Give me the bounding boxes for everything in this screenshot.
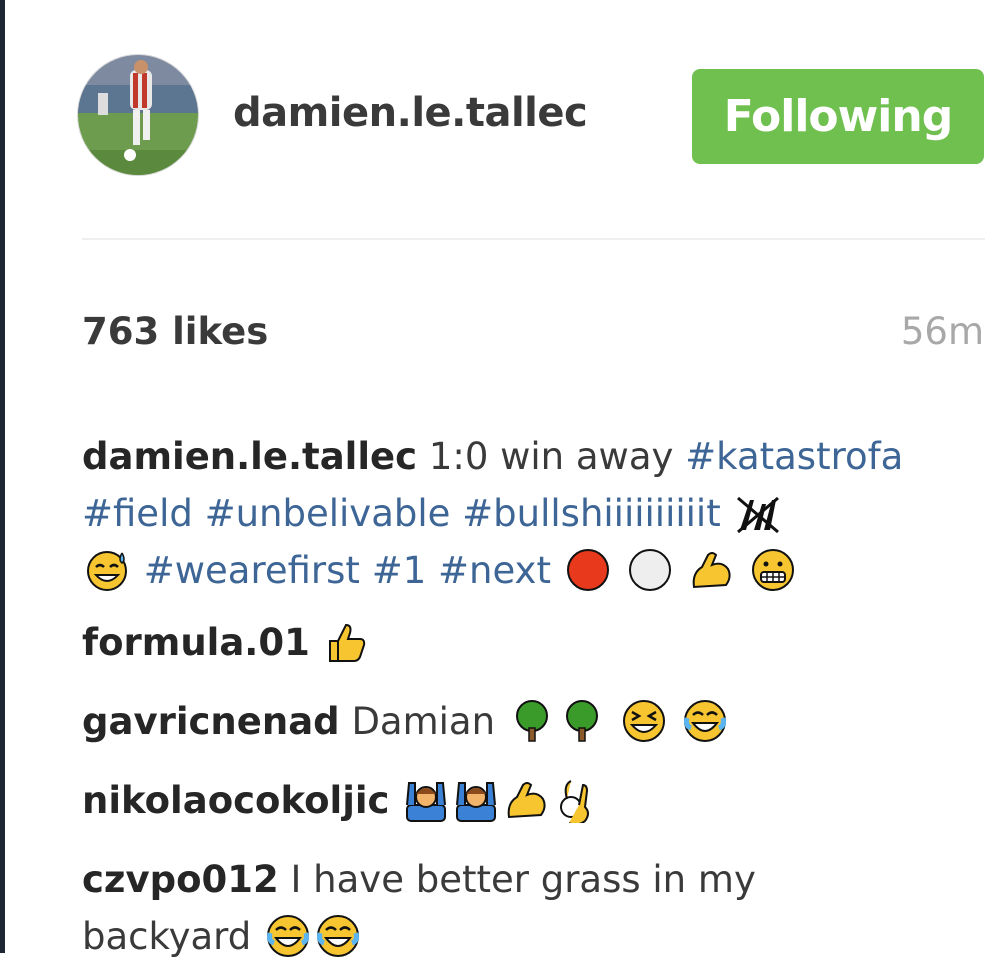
caption: damien.le.tallec 1:0 win away #katastrof… — [82, 428, 982, 599]
thumbs-up-icon — [324, 619, 370, 665]
comment-user[interactable]: gavricnenad — [82, 700, 340, 743]
hashtag-line1[interactable]: #katastrofa — [685, 435, 903, 478]
caption-author[interactable]: damien.le.tallec — [82, 435, 417, 478]
following-button[interactable]: Following — [692, 69, 984, 164]
likes-count[interactable]: 763 likes — [82, 310, 268, 353]
divider — [82, 238, 985, 240]
comment-user[interactable]: czvpo012 — [82, 858, 279, 901]
raising-hands-person-icon — [453, 777, 499, 823]
trophy-crossed-icon — [734, 490, 780, 536]
red-circle-icon — [565, 547, 611, 593]
tree-icon — [509, 698, 555, 744]
window-edge — [0, 0, 5, 953]
joy-icon — [682, 698, 728, 744]
grimace-icon — [750, 547, 796, 593]
comment-4: czvpo012 I have better grass in my backy… — [82, 851, 982, 965]
post-timestamp[interactable]: 56m — [901, 310, 984, 353]
hashtag-line3[interactable]: #wearefirst #1 #next — [144, 549, 551, 592]
caption-text: 1:0 win away — [428, 435, 674, 478]
comment-2: gavricnenad Damian — [82, 693, 982, 750]
comment-text-cont: backyard — [82, 915, 252, 958]
comment-user[interactable]: formula.01 — [82, 621, 310, 664]
sweat-smile-icon — [84, 547, 130, 593]
joy-icon — [315, 913, 361, 959]
raising-hands-person-icon — [403, 777, 449, 823]
comment-text: I have better grass in my — [290, 858, 756, 901]
comment-1: formula.01 — [82, 614, 982, 671]
white-circle-icon — [627, 547, 673, 593]
joy-icon — [265, 913, 311, 959]
comment-text: Damian — [351, 700, 496, 743]
comment-3: nikolaocokoljic — [82, 772, 982, 829]
ok-hand-icon — [553, 777, 599, 823]
hashtag-line2[interactable]: #field #unbelivable #bullshiiiiiiiiiit — [82, 492, 721, 535]
flexed-biceps-icon — [503, 777, 549, 823]
flexed-biceps-icon — [688, 547, 734, 593]
comment-user[interactable]: nikolaocokoljic — [82, 779, 390, 822]
tree-icon — [559, 698, 605, 744]
header-username[interactable]: damien.le.tallec — [233, 90, 588, 136]
laughing-icon — [621, 698, 667, 744]
avatar[interactable] — [78, 55, 198, 175]
